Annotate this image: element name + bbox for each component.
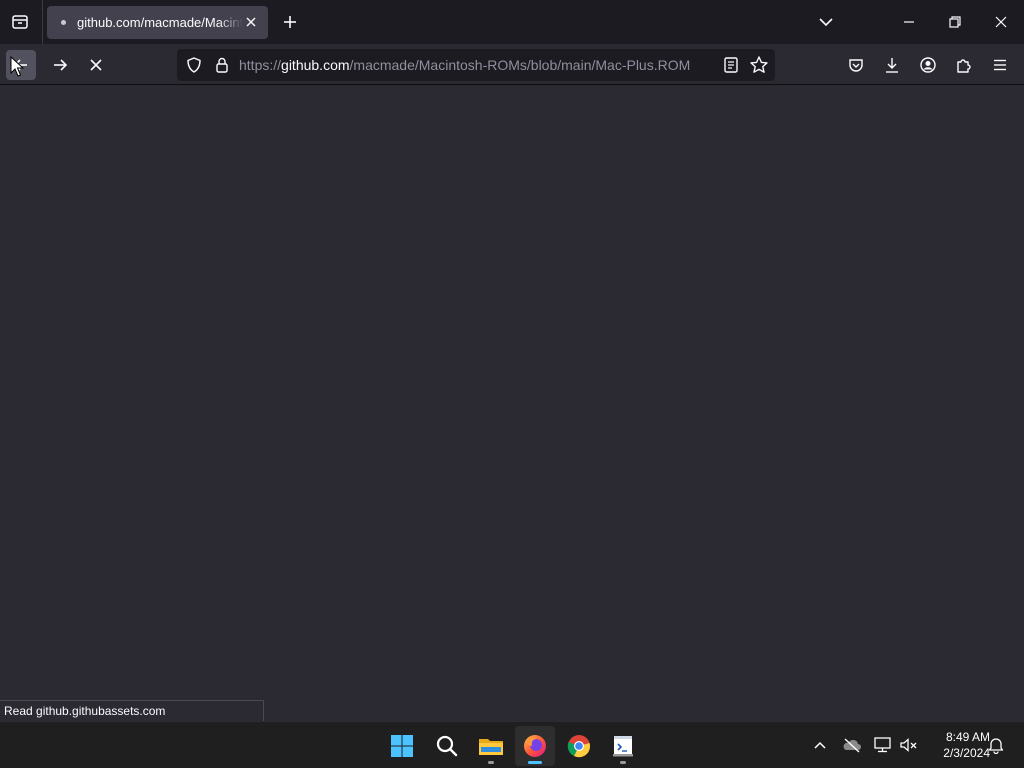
window-close-icon[interactable] — [988, 10, 1014, 34]
file-explorer-button[interactable] — [471, 726, 511, 766]
new-tab-icon[interactable] — [278, 10, 302, 34]
reader-view-icon[interactable] — [722, 56, 740, 74]
onedrive-cloud-off-icon — [843, 738, 861, 753]
network-icon — [874, 737, 891, 753]
forward-button[interactable] — [45, 50, 75, 80]
firefox-view-button[interactable] — [4, 6, 36, 38]
bell-icon — [988, 738, 1004, 754]
chrome-taskbar-button[interactable] — [559, 726, 599, 766]
start-icon — [391, 735, 413, 757]
running-indicator — [488, 761, 494, 764]
search-icon — [436, 735, 458, 757]
url-text[interactable]: https://github.com/macmade/Macintosh-ROM… — [239, 57, 690, 73]
volume-tray-button[interactable] — [898, 734, 920, 756]
terminal-app-button[interactable] — [603, 726, 643, 766]
tab-title: github.com/macmade/Macintosh-ROMs/blob/m… — [77, 15, 243, 30]
navigation-toolbar: https://github.com/macmade/Macintosh-ROM… — [0, 44, 1024, 85]
running-indicator — [620, 761, 626, 764]
url-host: github.com — [281, 57, 350, 73]
terminal-app-icon — [613, 736, 633, 757]
status-panel: Read github.githubassets.com — [0, 700, 264, 721]
hamburger-menu-icon — [994, 59, 1006, 71]
system-clock[interactable]: 8:49 AM 2/3/2024 — [922, 729, 990, 761]
onedrive-tray-button[interactable] — [841, 734, 863, 756]
notifications-button[interactable] — [985, 734, 1007, 756]
stop-icon — [90, 59, 102, 71]
clock-date: 2/3/2024 — [943, 746, 990, 760]
loading-favicon-icon — [61, 20, 66, 25]
chrome-icon — [567, 735, 590, 758]
chevron-up-icon — [814, 741, 826, 749]
stop-button[interactable] — [81, 50, 111, 80]
tab-active[interactable]: github.com/macmade/Macintosh-ROMs/blob/m… — [47, 6, 268, 39]
show-hidden-icons-button[interactable] — [809, 734, 831, 756]
page-content[interactable] — [0, 85, 1024, 720]
restore-icon[interactable] — [942, 10, 968, 34]
pocket-icon — [849, 59, 863, 72]
start-button[interactable] — [382, 726, 422, 766]
puzzle-piece-icon — [957, 59, 971, 73]
arrow-right-icon — [54, 59, 68, 71]
downloads-button[interactable] — [881, 54, 903, 76]
firefox-icon — [524, 735, 546, 757]
tracking-protection-shield-icon[interactable] — [185, 56, 203, 74]
status-text: Read github.githubassets.com — [4, 704, 166, 718]
extensions-button[interactable] — [953, 54, 975, 76]
firefox-taskbar-button[interactable] — [515, 726, 555, 766]
search-button[interactable] — [427, 726, 467, 766]
url-bar[interactable]: https://github.com/macmade/Macintosh-ROM… — [177, 49, 775, 81]
pocket-button[interactable] — [845, 54, 867, 76]
lock-icon[interactable] — [213, 56, 231, 74]
minimize-icon[interactable] — [896, 10, 922, 34]
firefox-window: github.com/macmade/Macintosh-ROMs/blob/m… — [0, 0, 1024, 768]
url-path: /macmade/Macintosh-ROMs/blob/main/Mac-Pl… — [349, 57, 691, 73]
bookmark-star-icon[interactable] — [749, 55, 769, 75]
url-scheme: https:// — [239, 57, 282, 73]
tab-close-icon[interactable] — [243, 14, 259, 30]
active-indicator — [528, 761, 542, 764]
download-icon — [886, 58, 898, 73]
mouse-cursor-icon — [10, 56, 24, 77]
account-icon — [920, 57, 936, 73]
clock-time: 8:49 AM — [945, 730, 990, 744]
tab-separator — [42, 0, 43, 44]
tab-strip: github.com/macmade/Macintosh-ROMs/blob/m… — [0, 0, 1024, 44]
volume-muted-icon — [900, 738, 917, 752]
app-menu-button[interactable] — [989, 54, 1011, 76]
taskbar: 8:49 AM 2/3/2024 — [0, 721, 1024, 768]
file-explorer-icon — [479, 739, 503, 755]
firefox-view-icon — [12, 15, 28, 29]
account-button[interactable] — [917, 54, 939, 76]
chevron-down-icon[interactable] — [814, 10, 838, 34]
network-tray-button[interactable] — [872, 734, 894, 756]
